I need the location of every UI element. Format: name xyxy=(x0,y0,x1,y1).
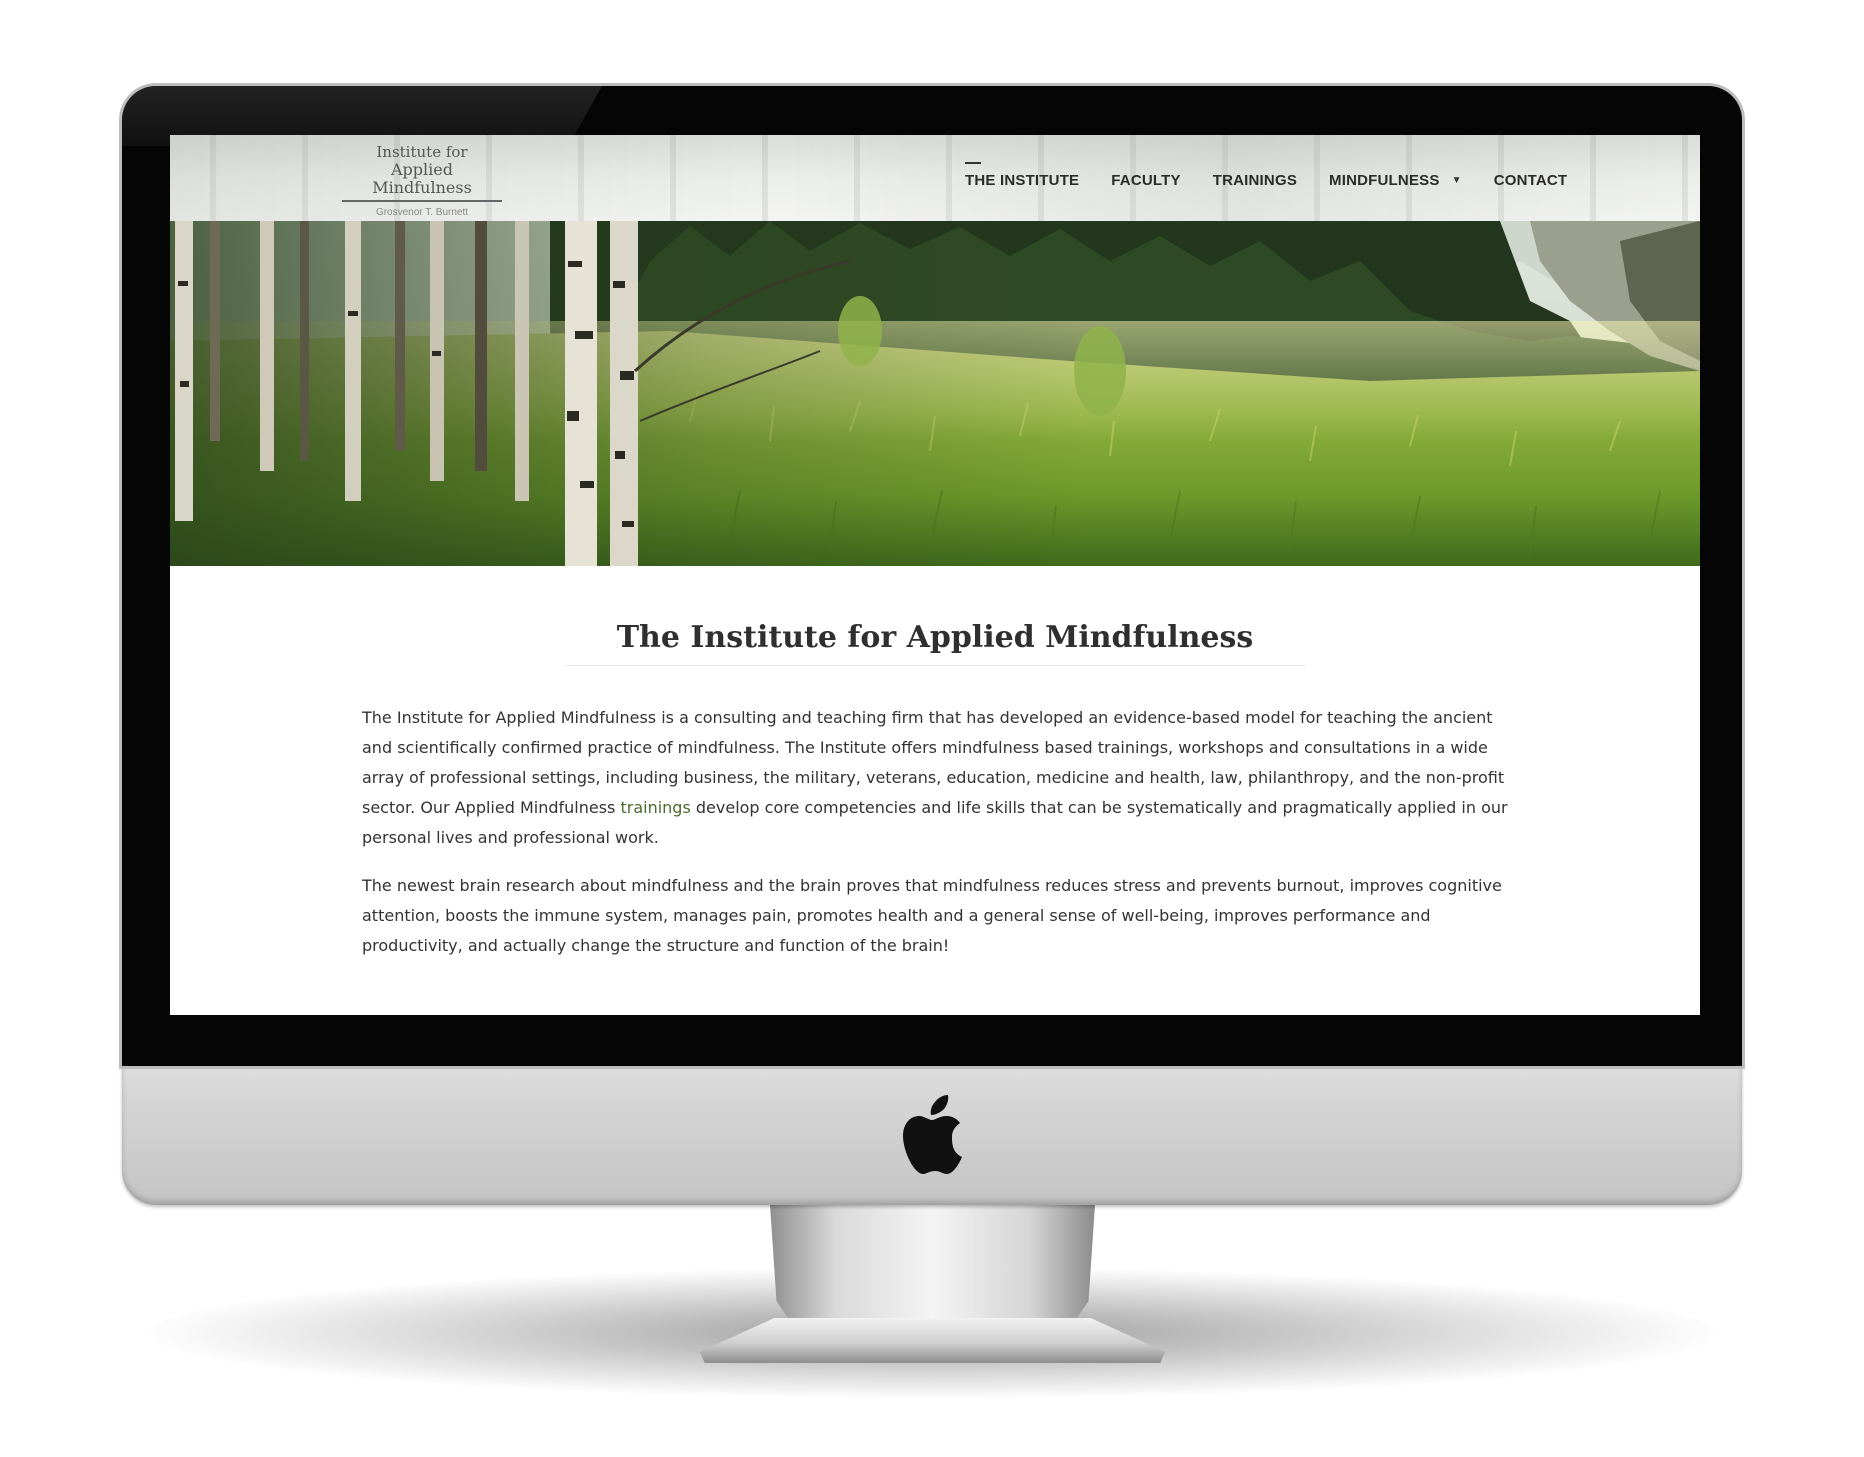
intro-paragraph: The Institute for Applied Mindfulness is… xyxy=(362,703,1512,853)
page-title: The Institute for Applied Mindfulness xyxy=(616,620,1254,656)
forest-meadow-photo xyxy=(170,221,1700,566)
nav-the-institute[interactable]: THE INSTITUTE xyxy=(965,161,1080,189)
logo-line2: Applied Mindfulness xyxy=(342,161,502,202)
nav-label: FACULTY xyxy=(1111,171,1181,189)
nav-trainings[interactable]: TRAININGS xyxy=(1213,172,1297,189)
monitor-stand-foot xyxy=(700,1318,1165,1363)
nav-label: THE INSTITUTE xyxy=(965,171,1080,189)
nav-mindfulness[interactable]: MINDFULNESS ▼ xyxy=(1329,172,1462,189)
logo-tagline: Grosvenor T. Burnett xyxy=(375,207,469,218)
title-divider xyxy=(565,665,1305,666)
hero-image xyxy=(170,221,1700,566)
trainings-link[interactable]: trainings xyxy=(620,798,690,817)
nav-contact[interactable]: CONTACT xyxy=(1494,172,1568,189)
research-paragraph: The newest brain research about mindfuln… xyxy=(362,876,1502,955)
caret-down-icon: ▼ xyxy=(1451,174,1462,186)
apple-logo-icon xyxy=(903,1095,962,1174)
main-nav: THE INSTITUTE FACULTY TRAININGS MINDFULN… xyxy=(965,161,1599,192)
nav-label: MINDFULNESS xyxy=(1329,171,1440,189)
browser-screen: Institute for Applied Mindfulness Grosve… xyxy=(170,135,1700,1015)
site-header: Institute for Applied Mindfulness Grosve… xyxy=(170,135,1700,222)
nav-label: TRAININGS xyxy=(1212,171,1298,189)
site-logo[interactable]: Institute for Applied Mindfulness Grosve… xyxy=(342,143,502,218)
logo-line1: Institute for xyxy=(376,143,468,161)
nav-label: CONTACT xyxy=(1493,171,1568,189)
nav-faculty[interactable]: FACULTY xyxy=(1111,172,1180,189)
monitor-stand xyxy=(770,1205,1095,1325)
